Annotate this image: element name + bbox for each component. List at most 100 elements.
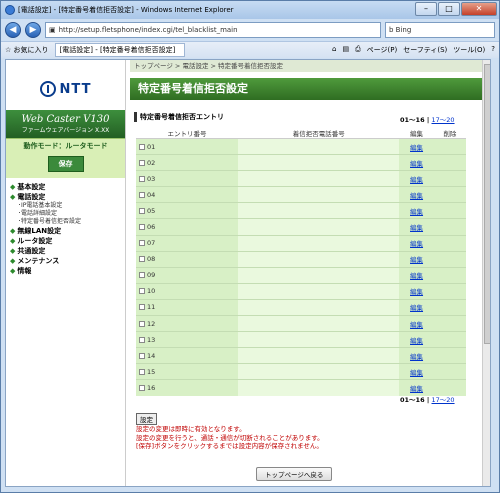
row-checkbox[interactable] [139,175,145,182]
page-menu[interactable]: ページ(P) [367,45,398,55]
address-bar: ◀ ▶ ▣ http://setup.fletsphone/index.cgi/… [1,19,499,41]
menu-item[interactable]: ◆ 情報 [10,266,121,276]
entry-number: 04 [147,190,156,199]
row-checkbox[interactable] [139,320,145,327]
menu-item[interactable]: ◆ 基本設定 [10,182,121,192]
edit-link[interactable]: 編集 [410,321,423,329]
blocked-number [238,266,400,284]
pager-top: 01〜16 | 17〜20 [400,116,455,124]
title-bar: [電話設定] - [特定番号着信拒否設定] - Windows Internet… [1,1,499,19]
page-icon: ▣ [49,26,56,34]
set-button[interactable]: 設定 [136,413,157,425]
next-page-link[interactable]: 17〜20 [432,116,455,124]
row-checkbox[interactable] [139,272,145,279]
scrollbar[interactable] [482,60,490,486]
table-row: 14 編集 [136,347,466,364]
blocked-number [238,234,400,252]
scrollbar-thumb[interactable] [484,64,490,344]
edit-link[interactable]: 編集 [410,240,423,248]
tools-menu[interactable]: ツール(O) [453,45,485,55]
edit-link[interactable]: 編集 [410,208,423,216]
edit-link[interactable]: 編集 [410,337,423,345]
edit-link[interactable]: 編集 [410,385,423,393]
help-icon[interactable]: ? [491,45,495,55]
submenu-item[interactable]: ･IP電話基本設定 [10,202,121,210]
table-row: 10 編集 [136,282,466,300]
edit-link[interactable]: 編集 [410,160,423,168]
browser-tab[interactable]: [電話設定] - [特定番号着信拒否設定] [54,43,185,57]
row-checkbox[interactable] [139,159,145,166]
close-button[interactable]: ✕ [461,2,497,16]
delete-cell [433,137,466,155]
back-icon[interactable]: ◀ [5,22,21,38]
blocked-number [238,331,400,348]
edit-link[interactable]: 編集 [410,192,423,200]
print-icon[interactable]: ⎙ [355,45,361,55]
favorites-button[interactable]: ☆ お気に入り [5,45,49,55]
row-checkbox[interactable] [139,191,145,198]
delete-cell [433,266,466,284]
edit-link[interactable]: 編集 [410,224,423,232]
edit-link[interactable]: 編集 [410,272,423,280]
entry-number: 11 [147,303,156,312]
forward-icon[interactable]: ▶ [25,22,41,38]
blocked-number [238,379,400,396]
note-line: 設定の変更を行うと、通話・通信が切断されることがあります。 [136,433,324,442]
save-button[interactable]: 保存 [47,156,84,172]
submenu-item[interactable]: ･電話詳細設定 [10,210,121,218]
delete-cell [433,298,466,316]
row-checkbox[interactable] [139,336,145,343]
menu-item[interactable]: ◆ 無線LAN設定 [10,226,121,236]
blocked-number [238,250,400,268]
table-row: 04 編集 [136,186,466,203]
table-row: 11 編集 [136,298,466,316]
row-checkbox[interactable] [139,143,145,150]
menu-item[interactable]: ◆ 電話設定 [10,192,121,202]
maximize-button[interactable]: □ [438,2,460,16]
menu-item[interactable]: ◆ メンテナンス [10,256,121,266]
menu-item[interactable]: ◆ 共通設定 [10,246,121,256]
page-content: NTT Web Caster V130 ファームウェアバージョン X.XX 動作… [5,59,491,487]
delete-cell [433,186,466,203]
blocked-number [238,282,400,300]
entry-number: 12 [147,319,156,328]
feeds-icon[interactable]: ▤ [342,45,349,55]
edit-link[interactable]: 編集 [410,369,423,377]
search-input[interactable]: b Bing [385,22,495,38]
row-checkbox[interactable] [139,352,145,359]
minimize-button[interactable]: – [415,2,437,16]
bullet-icon: ◆ [10,267,16,275]
blacklist-table: エントリ番号 着信拒否電話番号 編集 削除 01 編集 02 編集 03 編集 04 編集 05… [136,128,466,396]
edit-link[interactable]: 編集 [410,144,423,152]
entry-number: 10 [147,287,156,296]
back-to-top-button[interactable]: トップページへ戻る [256,467,333,481]
home-icon[interactable]: ⌂ [332,45,336,55]
bing-icon: b [389,26,396,34]
window-title: [電話設定] - [特定番号着信拒否設定] - Windows Internet… [18,6,234,14]
safety-menu[interactable]: セーフティ(S) [403,45,447,55]
edit-link[interactable]: 編集 [410,288,423,296]
bullet-icon: ◆ [10,257,16,265]
delete-cell [433,202,466,219]
next-page-link-bottom[interactable]: 17〜20 [432,396,455,404]
row-checkbox[interactable] [139,288,145,295]
col-delete: 削除 [433,128,466,139]
edit-link[interactable]: 編集 [410,256,423,264]
row-checkbox[interactable] [139,207,145,214]
row-checkbox[interactable] [139,224,145,231]
delete-cell [433,347,466,364]
row-checkbox[interactable] [139,304,145,311]
edit-link[interactable]: 編集 [410,304,423,312]
blocked-number [238,315,400,332]
row-checkbox[interactable] [139,240,145,247]
row-checkbox[interactable] [139,368,145,375]
menu-item[interactable]: ◆ ルータ設定 [10,236,121,246]
row-checkbox[interactable] [139,385,145,392]
edit-link[interactable]: 編集 [410,353,423,361]
row-checkbox[interactable] [139,256,145,263]
url-field[interactable]: ▣ http://setup.fletsphone/index.cgi/tel_… [45,22,381,38]
submenu-item[interactable]: ･特定番号着信拒否設定 [10,218,121,226]
blocked-number [238,218,400,236]
delete-cell [433,315,466,332]
edit-link[interactable]: 編集 [410,176,423,184]
